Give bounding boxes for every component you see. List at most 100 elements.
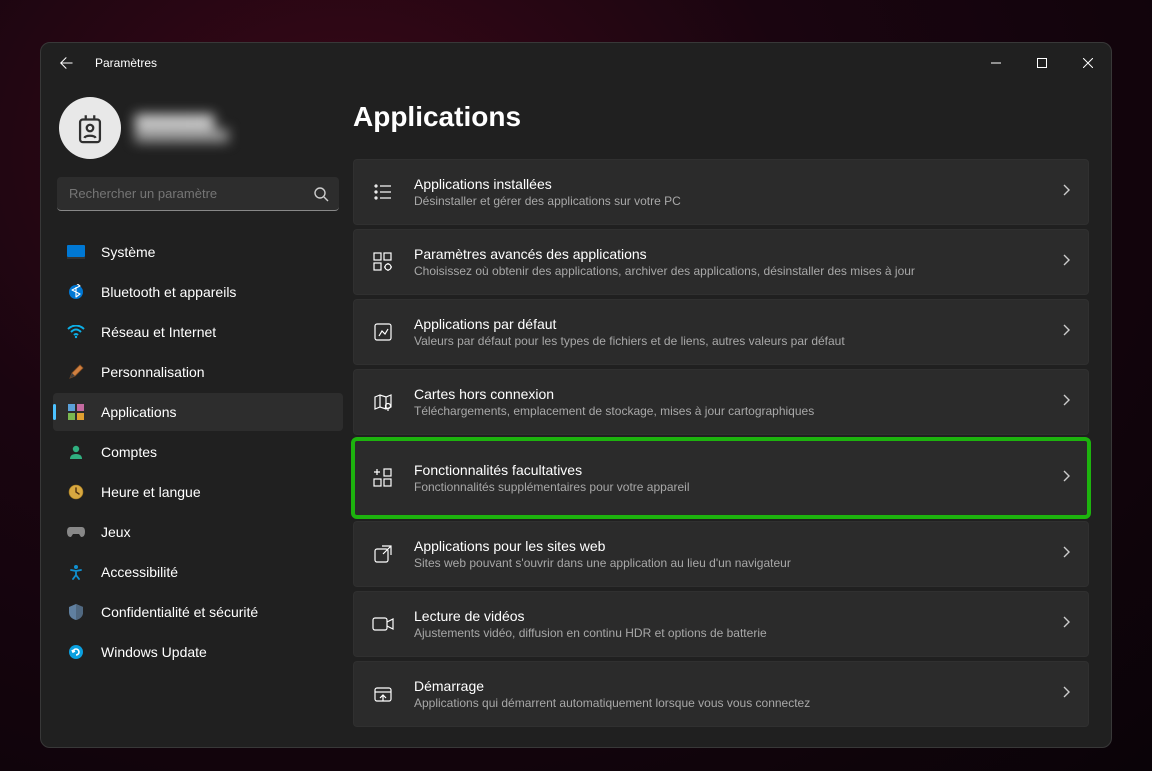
- sidebar-item-network[interactable]: Réseau et Internet: [53, 313, 343, 351]
- avatar-placeholder-icon: [73, 111, 107, 145]
- card-list[interactable]: Applications installées Désinstaller et …: [349, 159, 1111, 747]
- chevron-right-icon: [1062, 183, 1070, 201]
- card-title: Applications pour les sites web: [414, 538, 1042, 554]
- titlebar-left: Paramètres: [59, 56, 157, 70]
- sidebar: ████████ ████████████ Système: [41, 83, 349, 747]
- startup-icon: [372, 683, 394, 705]
- back-button[interactable]: [59, 56, 73, 70]
- sidebar-item-label: Jeux: [101, 524, 131, 540]
- card-sub: Sites web pouvant s'ouvrir dans une appl…: [414, 556, 1042, 570]
- card-sub: Choisissez où obtenir des applications, …: [414, 264, 1042, 278]
- search-icon: [313, 186, 329, 207]
- maximize-button[interactable]: [1019, 43, 1065, 83]
- card-text: Fonctionnalités facultatives Fonctionnal…: [414, 462, 1042, 494]
- card-sub: Applications qui démarrent automatiqueme…: [414, 696, 1042, 710]
- card-sub: Ajustements vidéo, diffusion en continu …: [414, 626, 1042, 640]
- sidebar-item-label: Applications: [101, 404, 177, 420]
- card-title: Cartes hors connexion: [414, 386, 1042, 402]
- settings-window: Paramètres: [40, 42, 1112, 748]
- sidebar-item-personalization[interactable]: Personnalisation: [53, 353, 343, 391]
- card-text: Cartes hors connexion Téléchargements, e…: [414, 386, 1042, 418]
- sidebar-item-label: Réseau et Internet: [101, 324, 216, 340]
- profile-block[interactable]: ████████ ████████████: [53, 83, 343, 177]
- wifi-icon: [67, 323, 85, 341]
- optional-features-icon: [372, 467, 394, 489]
- sidebar-item-accounts[interactable]: Comptes: [53, 433, 343, 471]
- sidebar-item-label: Personnalisation: [101, 364, 205, 380]
- sidebar-item-label: Confidentialité et sécurité: [101, 604, 258, 620]
- nav: Système Bluetooth et appareils Réseau et…: [53, 233, 343, 671]
- close-button[interactable]: [1065, 43, 1111, 83]
- chevron-right-icon: [1062, 545, 1070, 563]
- chevron-right-icon: [1062, 323, 1070, 341]
- sidebar-item-gaming[interactable]: Jeux: [53, 513, 343, 551]
- card-text: Lecture de vidéos Ajustements vidéo, dif…: [414, 608, 1042, 640]
- sidebar-item-time-language[interactable]: Heure et langue: [53, 473, 343, 511]
- card-video-playback[interactable]: Lecture de vidéos Ajustements vidéo, dif…: [353, 591, 1089, 657]
- sidebar-item-privacy[interactable]: Confidentialité et sécurité: [53, 593, 343, 631]
- close-icon: [1083, 58, 1093, 68]
- titlebar: Paramètres: [41, 43, 1111, 83]
- video-icon: [372, 613, 394, 635]
- sidebar-item-label: Bluetooth et appareils: [101, 284, 236, 300]
- system-icon: [67, 243, 85, 261]
- search-row: [53, 177, 343, 223]
- shield-icon: [67, 603, 85, 621]
- chevron-right-icon: [1062, 615, 1070, 633]
- sidebar-item-label: Comptes: [101, 444, 157, 460]
- card-sub: Valeurs par défaut pour les types de fic…: [414, 334, 1042, 348]
- minimize-button[interactable]: [973, 43, 1019, 83]
- chevron-right-icon: [1062, 685, 1070, 703]
- card-installed-apps[interactable]: Applications installées Désinstaller et …: [353, 159, 1089, 225]
- card-default-apps[interactable]: Applications par défaut Valeurs par défa…: [353, 299, 1089, 365]
- chevron-right-icon: [1062, 253, 1070, 271]
- profile-text: ████████ ████████████: [135, 114, 229, 142]
- card-sub: Téléchargements, emplacement de stockage…: [414, 404, 1042, 418]
- card-apps-for-websites[interactable]: Applications pour les sites web Sites we…: [353, 521, 1089, 587]
- back-arrow-icon: [59, 56, 73, 70]
- page-title: Applications: [349, 101, 1111, 159]
- chevron-right-icon: [1062, 393, 1070, 411]
- card-title: Fonctionnalités facultatives: [414, 462, 1042, 478]
- chevron-right-icon: [1062, 469, 1070, 487]
- accessibility-icon: [67, 563, 85, 581]
- open-external-icon: [372, 543, 394, 565]
- sidebar-item-windows-update[interactable]: Windows Update: [53, 633, 343, 671]
- apps-icon: [67, 403, 85, 421]
- update-icon: [67, 643, 85, 661]
- maximize-icon: [1037, 58, 1047, 68]
- window-controls: [973, 43, 1111, 83]
- card-title: Applications par défaut: [414, 316, 1042, 332]
- card-optional-features[interactable]: Fonctionnalités facultatives Fonctionnal…: [353, 439, 1089, 517]
- search-input[interactable]: [57, 177, 339, 211]
- card-title: Lecture de vidéos: [414, 608, 1042, 624]
- main: Applications Applications installées Dés…: [349, 83, 1111, 747]
- bluetooth-icon: [67, 283, 85, 301]
- sidebar-item-label: Windows Update: [101, 644, 207, 660]
- card-title: Applications installées: [414, 176, 1042, 192]
- grid-gear-icon: [372, 251, 394, 273]
- body: ████████ ████████████ Système: [41, 83, 1111, 747]
- paintbrush-icon: [67, 363, 85, 381]
- card-text: Démarrage Applications qui démarrent aut…: [414, 678, 1042, 710]
- sidebar-item-accessibility[interactable]: Accessibilité: [53, 553, 343, 591]
- profile-name: ████████: [135, 114, 229, 130]
- minimize-icon: [991, 58, 1001, 68]
- sidebar-item-bluetooth[interactable]: Bluetooth et appareils: [53, 273, 343, 311]
- clock-globe-icon: [67, 483, 85, 501]
- card-title: Démarrage: [414, 678, 1042, 694]
- card-text: Applications installées Désinstaller et …: [414, 176, 1042, 208]
- window-title: Paramètres: [95, 56, 157, 70]
- card-sub: Désinstaller et gérer des applications s…: [414, 194, 1042, 208]
- card-startup[interactable]: Démarrage Applications qui démarrent aut…: [353, 661, 1089, 727]
- sidebar-item-system[interactable]: Système: [53, 233, 343, 271]
- card-advanced-app-settings[interactable]: Paramètres avancés des applications Choi…: [353, 229, 1089, 295]
- avatar: [59, 97, 121, 159]
- card-offline-maps[interactable]: Cartes hors connexion Téléchargements, e…: [353, 369, 1089, 435]
- sidebar-item-label: Accessibilité: [101, 564, 178, 580]
- person-icon: [67, 443, 85, 461]
- list-icon: [372, 181, 394, 203]
- profile-email: ████████████: [135, 130, 229, 142]
- map-icon: [372, 391, 394, 413]
- sidebar-item-applications[interactable]: Applications: [53, 393, 343, 431]
